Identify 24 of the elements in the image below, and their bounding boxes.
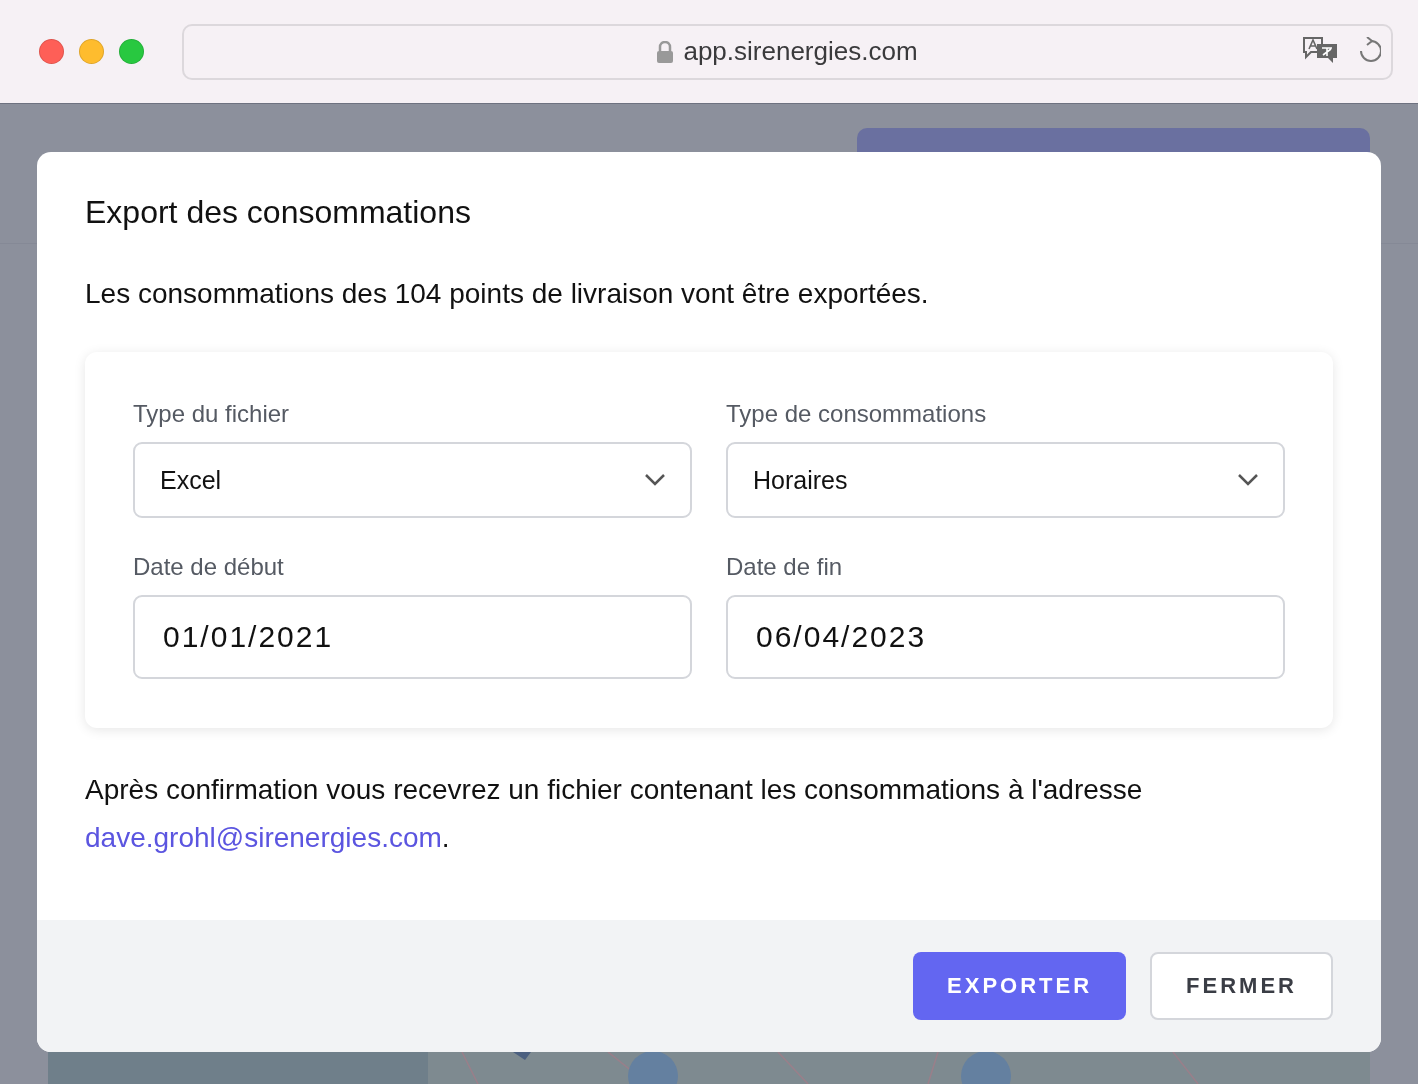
address-bar[interactable]: app.sirenergies.com (182, 23, 1393, 80)
close-window-button[interactable] (39, 39, 64, 64)
dropdown[interactable]: Horaires (726, 442, 1285, 518)
reload-icon[interactable] (1357, 36, 1381, 63)
field-label: Type du fichier (133, 400, 291, 428)
dialog-title: Export des consommations (85, 193, 472, 232)
date-field[interactable]: 01/01/2021 (133, 595, 692, 679)
field-label: Date de début (133, 553, 285, 581)
email-link[interactable]: dave.grohl@sirenergies.com (85, 822, 442, 853)
lock-icon (657, 40, 674, 63)
dropdown[interactable]: Excel (133, 442, 692, 518)
close-button[interactable]: FERMER (1150, 952, 1333, 1020)
field-label: Date de fin (726, 553, 844, 581)
minimize-window-button[interactable] (79, 39, 104, 64)
export-button[interactable]: EXPORTER (913, 952, 1127, 1020)
date-field[interactable]: 06/04/2023 (726, 595, 1285, 679)
chevron-down-icon (1237, 473, 1259, 487)
maximize-window-button[interactable] (119, 39, 144, 64)
url-text: app.sirenergies.com (683, 36, 918, 67)
confirmation-note: Après confirmation vous recevrez un fichier contenant les consommations à l'adresse dave.grohl@sirenergies.com. (85, 773, 1144, 855)
field-label: Type de consommations (726, 400, 988, 428)
chevron-down-icon (644, 473, 666, 487)
intro-text: Les consommations des 104 points de livraison vont être exportées. (85, 277, 930, 311)
translate-icon[interactable] (1301, 35, 1339, 64)
